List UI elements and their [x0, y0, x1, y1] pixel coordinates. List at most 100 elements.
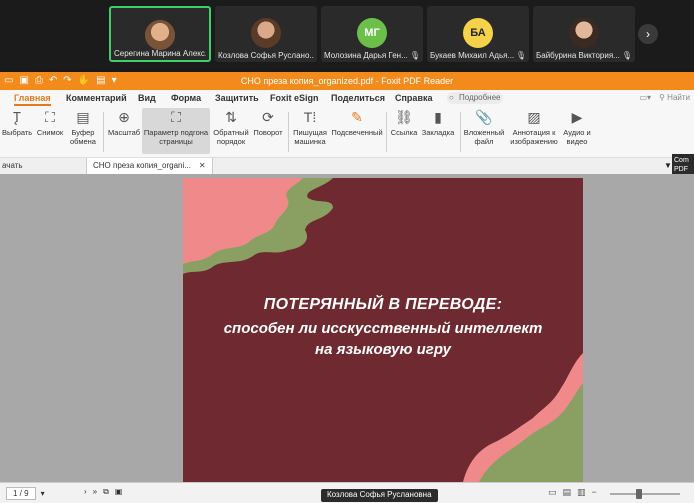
zoom-slider[interactable]: [610, 493, 680, 495]
link-button[interactable]: ⛓ Ссылка: [388, 108, 420, 137]
participant-name: Молозина Дарья Ген...: [324, 51, 408, 60]
clipboard-icon: ▤: [76, 109, 90, 125]
image-annotation-icon: ▨: [527, 109, 541, 125]
tab-start[interactable]: ачать: [2, 161, 23, 170]
tool-label: Выбрать: [2, 128, 33, 137]
media-button[interactable]: ▶ Аудио и видео: [560, 108, 594, 146]
highlight-icon: ✎: [351, 109, 363, 125]
tool-label: Масштаб: [107, 128, 141, 137]
attach-file-button[interactable]: 📎 Вложенный файл: [462, 108, 506, 146]
participant-tile[interactable]: БА Букаев Михаил Адья... 🎙: [427, 6, 529, 62]
snapshot-button[interactable]: ⛶ Снимок: [34, 108, 66, 137]
participant-avatar: МГ: [357, 18, 387, 48]
tab-share[interactable]: Поделиться: [331, 93, 385, 103]
nav-icons: › » ⧉ ▣: [84, 487, 122, 497]
fit-icon[interactable]: ▣: [115, 487, 123, 497]
ribbon-tabs: Главная Комментарий Вид Форма Защитить F…: [0, 90, 694, 106]
tool-label: Ссылка: [390, 128, 418, 137]
bookmark-button[interactable]: ▮ Закладка: [420, 108, 456, 137]
tell-me-search[interactable]: ○ Подробнее: [447, 92, 503, 104]
ribbon-right-tools: ▭▾ ⚲ Найти: [640, 93, 691, 102]
tool-label: Буфер обмена: [70, 128, 96, 146]
close-icon[interactable]: ✕: [199, 161, 206, 170]
participant-name: Козлова Софья Руслано...: [218, 51, 314, 60]
active-speaker-label: Козлова Софья Руслановна: [321, 489, 438, 502]
tab-protect[interactable]: Защитить: [215, 93, 259, 103]
lightbulb-icon: ○: [449, 93, 454, 102]
tab-help[interactable]: Справка: [395, 93, 432, 103]
mic-muted-icon: 🎙: [621, 51, 632, 60]
page-number-field[interactable]: 1 / 9: [6, 487, 36, 500]
slide-title: ПОТЕРЯННЫЙ В ПЕРЕВОДЕ:: [263, 296, 503, 313]
tab-form[interactable]: Форма: [171, 93, 201, 103]
typewriter-button[interactable]: T⁞ Пишущая машинка: [290, 108, 330, 146]
tool-label: Аннотация к изображению: [510, 128, 558, 146]
mic-muted-icon: 🎙: [515, 51, 526, 60]
two-page-icon[interactable]: ▥: [577, 487, 586, 498]
participant-name: Байбурина Виктория...: [536, 51, 620, 60]
document-tab-label: СНО преза копия_organi...: [93, 161, 191, 170]
rotate-button[interactable]: ⟳ Поворот: [250, 108, 286, 137]
tab-esign[interactable]: Foxit eSign: [270, 93, 319, 103]
layout-icon[interactable]: ▭▾: [640, 93, 652, 102]
screen: Серегина Марина Алекс... Козлова Софья Р…: [0, 0, 694, 503]
rotate-icon: ⟳: [262, 109, 274, 125]
tab-home[interactable]: Главная: [14, 93, 51, 106]
next-participants-button[interactable]: ›: [638, 24, 658, 44]
zoom-icon: ⊕: [118, 109, 130, 125]
slide-page: ПОТЕРЯННЫЙ В ПЕРЕВОДЕ: способен ли исску…: [183, 178, 583, 482]
participant-tile[interactable]: МГ Молозина Дарья Ген... 🎙: [321, 6, 423, 62]
reverse-order-button[interactable]: ⇅ Обратный порядок: [212, 108, 250, 146]
zoom-slider-handle[interactable]: [636, 489, 642, 499]
participant-avatar: БА: [463, 18, 493, 48]
last-page-icon[interactable]: »: [93, 487, 97, 497]
document-view[interactable]: ПОТЕРЯННЫЙ В ПЕРЕВОДЕ: способен ли исску…: [0, 174, 694, 482]
tool-label: Пишущая машинка: [293, 128, 327, 146]
participant-tile[interactable]: Серегина Марина Алекс...: [109, 6, 211, 62]
tool-label: Обратный порядок: [213, 128, 249, 146]
participant-tile[interactable]: Козлова Софья Руслано...: [215, 6, 317, 62]
tool-label: Подсвеченный: [331, 128, 383, 137]
fit-page-button[interactable]: ⛶ Параметр подгона страницы: [142, 108, 210, 154]
zoom-button[interactable]: ⊕ Масштаб: [106, 108, 142, 137]
bookmark-icon: ▮: [434, 109, 442, 125]
document-tabs: ачать СНО преза копия_organi... ✕: [0, 158, 694, 174]
typewriter-icon: T⁞: [303, 109, 317, 125]
select-tool-button[interactable]: Ꚑ Выбрать: [2, 108, 32, 137]
page-dropdown-icon[interactable]: ▾: [41, 489, 45, 498]
camera-icon: ⛶: [45, 109, 55, 125]
window-title: СНО преза копия_organized.pdf - Foxit PD…: [240, 76, 454, 86]
tabs-dropdown-icon[interactable]: ▼: [664, 161, 672, 170]
copy-icon[interactable]: ⧉: [103, 487, 109, 497]
attach-file-icon: 📎: [475, 109, 493, 125]
chevron-right-icon: ›: [646, 27, 650, 41]
view-mode-icons: ▭ ▤ ▥ −: [548, 487, 597, 498]
continuous-icon[interactable]: ▤: [563, 487, 572, 498]
divider: [386, 112, 387, 152]
media-icon: ▶: [571, 109, 583, 125]
tab-current-document[interactable]: СНО преза копия_organi... ✕: [86, 158, 213, 174]
tell-me-label: Подробнее: [459, 93, 501, 102]
participant-tile[interactable]: Байбурина Виктория... 🎙: [533, 6, 635, 62]
tab-view[interactable]: Вид: [138, 93, 156, 103]
clipboard-button[interactable]: ▤ Буфер обмена: [66, 108, 100, 146]
image-annotation-button[interactable]: ▨ Аннотация к изображению: [508, 108, 560, 146]
divider: [460, 112, 461, 152]
tool-label: Снимок: [36, 128, 64, 137]
participant-name: Серегина Марина Алекс...: [114, 49, 206, 58]
search-icon[interactable]: ⚲ Найти: [659, 93, 690, 102]
zoom-out-icon[interactable]: −: [592, 487, 597, 498]
participant-avatar: [145, 20, 175, 50]
tab-comment[interactable]: Комментарий: [66, 93, 127, 103]
side-panel-note[interactable]: Com PDF: [672, 154, 694, 174]
divider: [288, 112, 289, 152]
find-label: Найти: [667, 93, 690, 102]
highlight-button[interactable]: ✎ Подсвеченный: [330, 108, 384, 137]
single-page-icon[interactable]: ▭: [548, 487, 557, 498]
text-cursor-icon: Ꚑ: [13, 109, 21, 125]
tool-label: Вложенный файл: [463, 128, 505, 146]
status-bar: 1 / 9 ▾ › » ⧉ ▣ Козлова Софья Руслановна…: [0, 482, 694, 503]
next-page-icon[interactable]: ›: [84, 487, 87, 497]
tool-label: Аудио и видео: [563, 128, 591, 146]
reverse-order-icon: ⇅: [225, 109, 237, 125]
